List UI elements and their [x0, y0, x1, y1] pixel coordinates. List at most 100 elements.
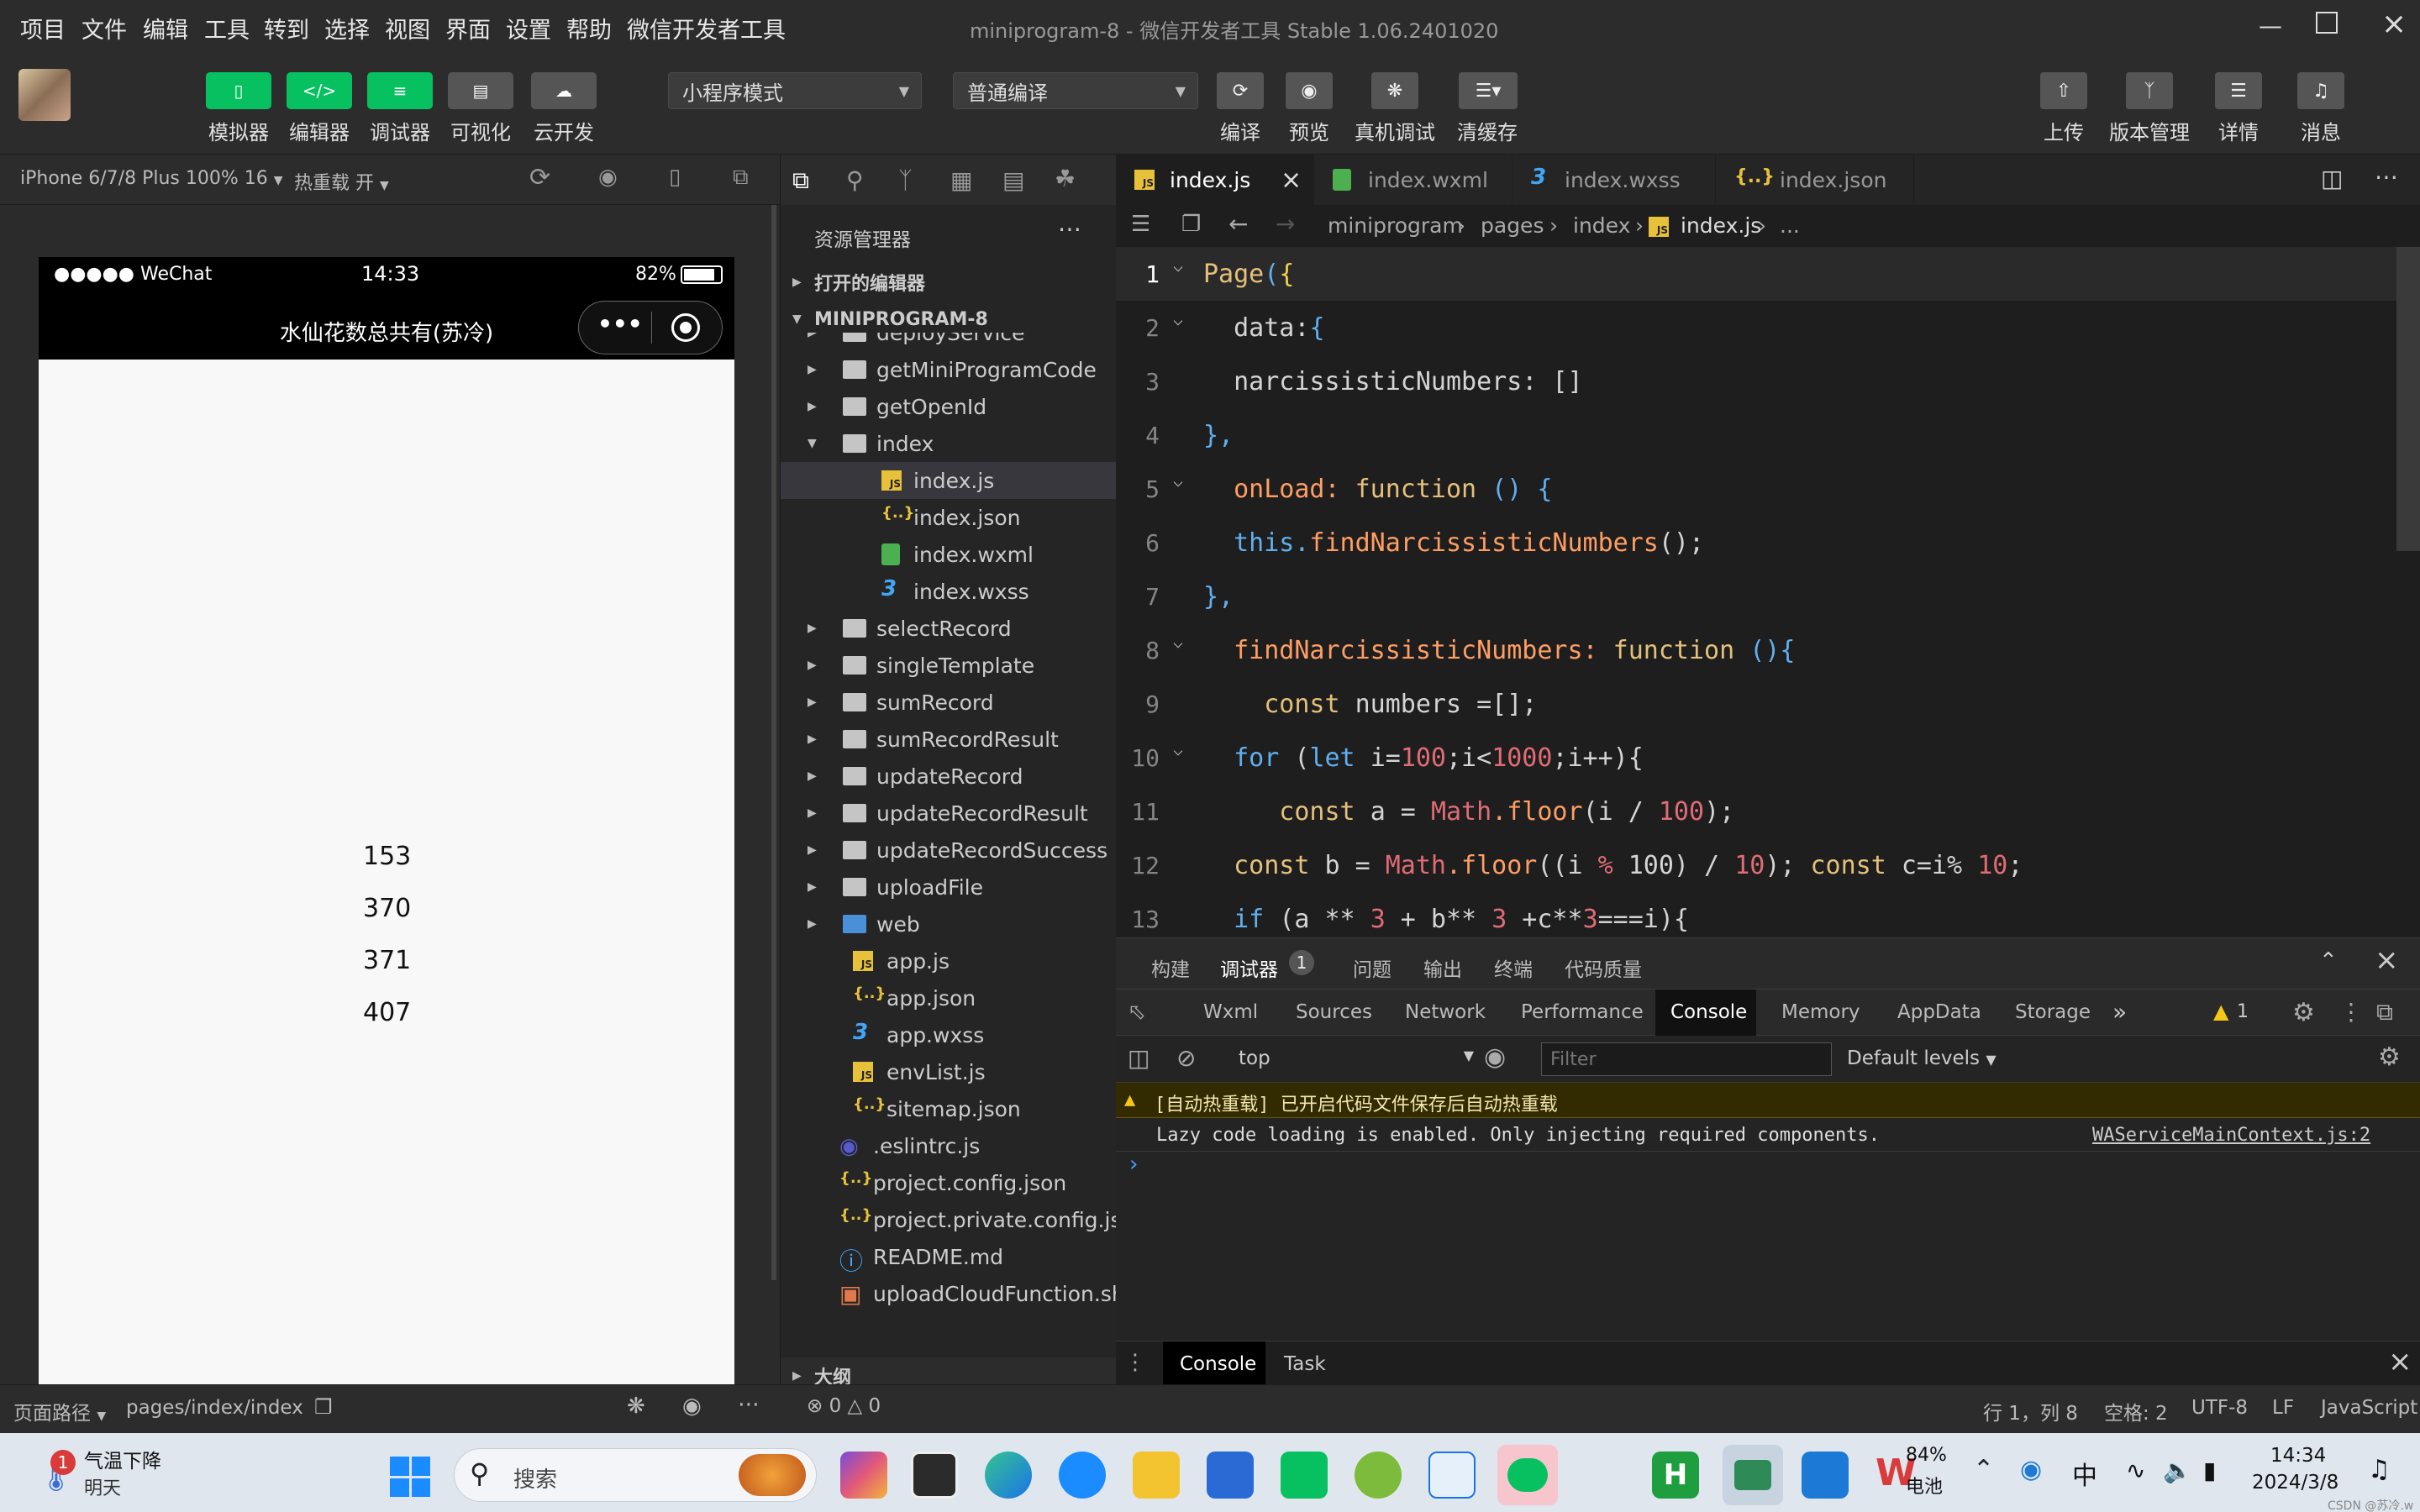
storage-icon[interactable]: ▤ [1002, 166, 1024, 194]
tree-item[interactable]: JS app.js [781, 942, 1117, 979]
tree-item[interactable]: ▶ singleTemplate [781, 647, 1117, 684]
tree-item[interactable]: ▶ uploadFile [781, 869, 1117, 906]
fold-chevron-icon[interactable]: ⌵ [1173, 470, 1183, 491]
kebab-menu-icon[interactable]: ⋮ [1124, 1350, 1146, 1375]
clear-cache-button[interactable]: ☰▾ [1459, 72, 1518, 109]
hbuilder-icon[interactable]: H [1652, 1452, 1699, 1499]
store-icon[interactable] [1207, 1452, 1254, 1499]
tab-terminal[interactable]: 终端 [1494, 953, 1533, 982]
tree-item[interactable]: {..} app.json [781, 979, 1117, 1016]
eye-icon[interactable]: ◉ [1484, 1042, 1506, 1072]
tray-app-icon[interactable]: ◉ [2020, 1455, 2042, 1484]
error-count-indicator[interactable]: ⊗ 0 △ 0 [807, 1395, 881, 1417]
tab-wxml[interactable]: Wxml [1203, 1001, 1258, 1023]
tab-index-wxml[interactable]: index.wxml [1314, 155, 1512, 205]
line-ending[interactable]: LF [2272, 1397, 2294, 1419]
tree-item[interactable]: JS envList.js [781, 1053, 1117, 1090]
edge-icon[interactable] [985, 1452, 1032, 1499]
tab-sources[interactable]: Sources [1296, 1001, 1372, 1023]
preview-button[interactable]: ◉ [1286, 72, 1333, 109]
maximize-icon[interactable] [2316, 12, 2338, 34]
tab-performance[interactable]: Performance [1521, 1001, 1644, 1023]
fold-chevron-icon[interactable]: ⌵ [1173, 632, 1183, 652]
close-panel-icon[interactable]: × [2375, 943, 2399, 977]
cloud-dev-button[interactable]: ☁ [531, 72, 597, 109]
tab-console[interactable]: Console [1670, 1001, 1747, 1023]
git-icon[interactable]: ᛉ [898, 166, 913, 194]
tab-network[interactable]: Network [1405, 1001, 1486, 1023]
search-icon[interactable]: ⚲ [846, 166, 864, 194]
chevron-up-icon[interactable]: ⌃ [1973, 1455, 1994, 1484]
code-line[interactable]: 12 const b = Math.floor((i % 100) / 10);… [1116, 838, 2420, 892]
close-drawer-icon[interactable]: × [2388, 1345, 2412, 1378]
code-line[interactable]: 9 const numbers =[]; [1116, 677, 2420, 731]
device-select[interactable]: iPhone 6/7/8 Plus 100% 16 ▼ [20, 168, 283, 189]
menu-help[interactable]: 帮助 [566, 12, 612, 45]
debugger-toggle-button[interactable]: ≡ [367, 72, 433, 109]
tab-build[interactable]: 构建 [1151, 953, 1190, 982]
drawer-tab-task[interactable]: Task [1284, 1353, 1326, 1375]
console-settings-icon[interactable]: ⚙ [2378, 1042, 2401, 1072]
device-debug-button[interactable]: ❋ [1371, 72, 1418, 109]
menu-settings[interactable]: 设置 [506, 12, 551, 45]
console-filter-input[interactable] [1541, 1042, 1832, 1076]
avatar[interactable] [18, 69, 71, 121]
wechat-devtools-icon[interactable] [1723, 1445, 1783, 1505]
code-line[interactable]: 5 ⌵ onLoad: function () { [1116, 462, 2420, 516]
hot-reload-toggle[interactable]: 热重载 开 ▼ [294, 168, 389, 195]
split-editor-icon[interactable]: ◫ [2321, 165, 2343, 192]
menu-wechat-devtools[interactable]: 微信开发者工具 [627, 12, 786, 45]
menu-project[interactable]: 项目 [20, 12, 66, 45]
bug-icon[interactable]: ❋ [627, 1394, 645, 1419]
messages-button[interactable]: ♫ [2297, 72, 2344, 109]
tree-item[interactable]: ▶ updateRecordSuccess [781, 832, 1117, 869]
file-explorer-icon[interactable] [1133, 1452, 1180, 1499]
menu-edit[interactable]: 编辑 [143, 12, 188, 45]
more-icon[interactable]: ••• [597, 310, 643, 338]
drawer-tab-console[interactable]: Console [1180, 1353, 1256, 1375]
breadcrumb-item[interactable]: pages [1481, 213, 1544, 238]
breadcrumb-item[interactable]: index [1573, 213, 1630, 238]
wifi-icon[interactable]: ∿ [2126, 1457, 2145, 1484]
copy-icon[interactable]: ❐ [314, 1395, 333, 1419]
breadcrumb-item[interactable]: miniprogram [1328, 213, 1463, 238]
clock-time[interactable]: 14:34 [2270, 1445, 2326, 1467]
tree-item[interactable]: ⓘ README.md [781, 1238, 1117, 1276]
windows-start-icon[interactable] [390, 1457, 430, 1497]
tree-item[interactable]: ▶ updateRecordResult [781, 795, 1117, 832]
source-link[interactable]: WAServiceMainContext.js:2 [2092, 1125, 2370, 1146]
close-miniprogram-icon[interactable] [671, 313, 700, 342]
taskbar-search[interactable]: ⚲ 搜索 [454, 1448, 817, 1502]
close-tab-icon[interactable]: × [1281, 165, 1302, 195]
tree-item[interactable]: ▶ web [781, 906, 1117, 942]
docker-icon[interactable]: ☘ [1055, 165, 1076, 192]
forward-arrow-icon[interactable]: → [1276, 210, 1295, 238]
menu-view[interactable]: 视图 [385, 12, 430, 45]
code-line[interactable]: 7}, [1116, 570, 2420, 623]
more-actions-icon[interactable]: ⋯ [1058, 215, 1081, 243]
collapse-icon[interactable]: ⌃ [2319, 948, 2338, 974]
code-line[interactable]: 3 narcissisticNumbers: [] [1116, 354, 2420, 408]
tree-item[interactable]: {..} index.json [781, 499, 1117, 536]
tab-output[interactable]: 输出 [1423, 953, 1462, 982]
tree-item[interactable]: 3 app.wxss [781, 1016, 1117, 1053]
notification-bell-icon[interactable]: ♫ [2368, 1455, 2391, 1484]
tree-item[interactable]: ▶ getOpenId [781, 388, 1117, 425]
compile-button[interactable]: ⟳ [1217, 72, 1264, 109]
phone-icon[interactable]: ▯ [669, 165, 681, 190]
ie-icon[interactable] [1059, 1452, 1106, 1499]
code-line[interactable]: 6 this.findNarcissisticNumbers(); [1116, 516, 2420, 570]
menu-select[interactable]: 选择 [324, 12, 370, 45]
popout-icon[interactable]: ⧉ [733, 165, 749, 191]
tab-problems[interactable]: 问题 [1353, 953, 1392, 982]
menu-tools[interactable]: 工具 [204, 12, 250, 45]
splitter[interactable] [771, 205, 776, 1280]
clear-console-icon[interactable]: ⊘ [1176, 1044, 1196, 1072]
tree-item[interactable]: JS index.js [781, 462, 1117, 499]
back-arrow-icon[interactable]: ← [1228, 210, 1248, 238]
code-line[interactable]: 10 ⌵ for (let i=100;i<1000;i++){ [1116, 731, 2420, 785]
cursor-position[interactable]: 行 1，列 8 [1983, 1397, 2078, 1425]
tab-storage[interactable]: Storage [2015, 1001, 2091, 1023]
encoding[interactable]: UTF-8 [2191, 1397, 2248, 1419]
tree-item[interactable]: ▶ sumRecordResult [781, 721, 1117, 758]
